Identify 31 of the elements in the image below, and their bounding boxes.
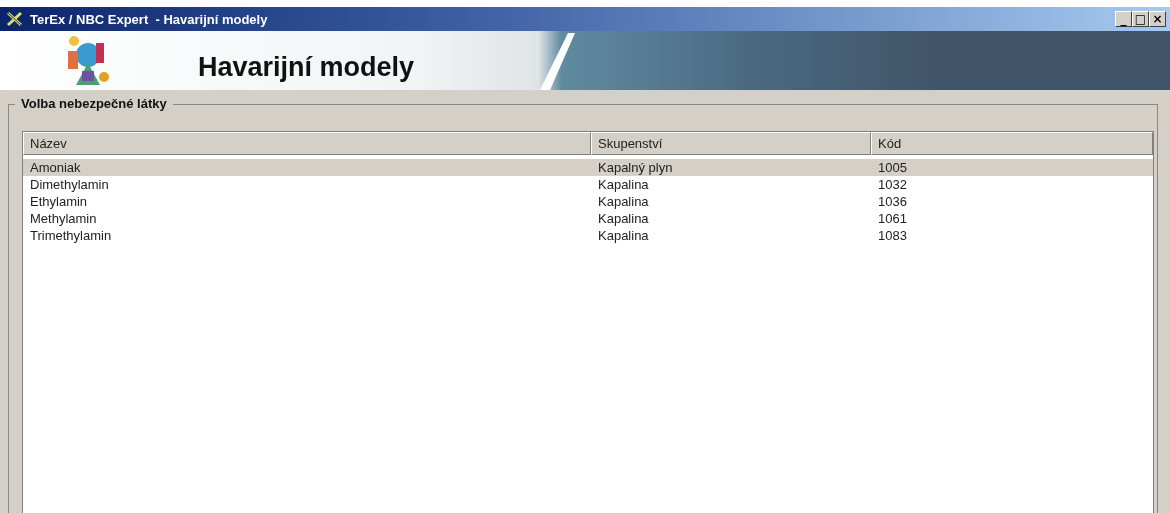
app-icon bbox=[6, 11, 24, 27]
column-header[interactable]: Kód bbox=[871, 132, 1153, 155]
table-cell-text: Trimethylamin bbox=[29, 227, 113, 244]
banner-title: Havarijní modely bbox=[198, 52, 415, 83]
minimize-button[interactable]: _ bbox=[1115, 11, 1132, 27]
table-row[interactable]: Dimethylamin Kapalina 1032 bbox=[23, 176, 1153, 193]
table-row[interactable]: Trimethylamin Kapalina 1083 bbox=[23, 227, 1153, 244]
table-row[interactable]: Methylamin Kapalina 1061 bbox=[23, 210, 1153, 227]
table-cell-text: Methylamin bbox=[29, 210, 98, 227]
table-cell-text: 1032 bbox=[877, 176, 908, 193]
group-title: Volba nebezpečné látky bbox=[15, 96, 173, 111]
table-cell-text: 1061 bbox=[877, 210, 908, 227]
table-cell-text: Kapalný plyn bbox=[597, 159, 674, 176]
table-cell-text: 1005 bbox=[877, 159, 908, 176]
close-button[interactable]: × bbox=[1149, 11, 1166, 27]
table-row[interactable]: Amoniak Kapalný plyn 1005 bbox=[23, 159, 1153, 176]
slash-drawing bbox=[540, 33, 575, 90]
window-title: TerEx / NBC Expert - Havarijní modely bbox=[30, 11, 269, 27]
table-cell-text: Kapalina bbox=[597, 210, 650, 227]
column-header[interactable]: Skupenství bbox=[591, 132, 871, 155]
table-cell-text: 1083 bbox=[877, 227, 908, 244]
table-cell-text: Ethylamin bbox=[29, 193, 89, 210]
table-cell-text: Amoniak bbox=[29, 159, 82, 176]
maximize-button[interactable]: □ bbox=[1132, 11, 1149, 27]
table-cell-text: Dimethylamin bbox=[29, 176, 110, 193]
column-header[interactable]: Název bbox=[23, 132, 591, 155]
table-cell-text: 1036 bbox=[877, 193, 908, 210]
table-row[interactable]: Ethylamin Kapalina 1036 bbox=[23, 193, 1153, 210]
table-cell-text: Kapalina bbox=[597, 176, 650, 193]
table-cell-text: Kapalina bbox=[597, 193, 650, 210]
table-cell-text: Kapalina bbox=[597, 227, 650, 244]
